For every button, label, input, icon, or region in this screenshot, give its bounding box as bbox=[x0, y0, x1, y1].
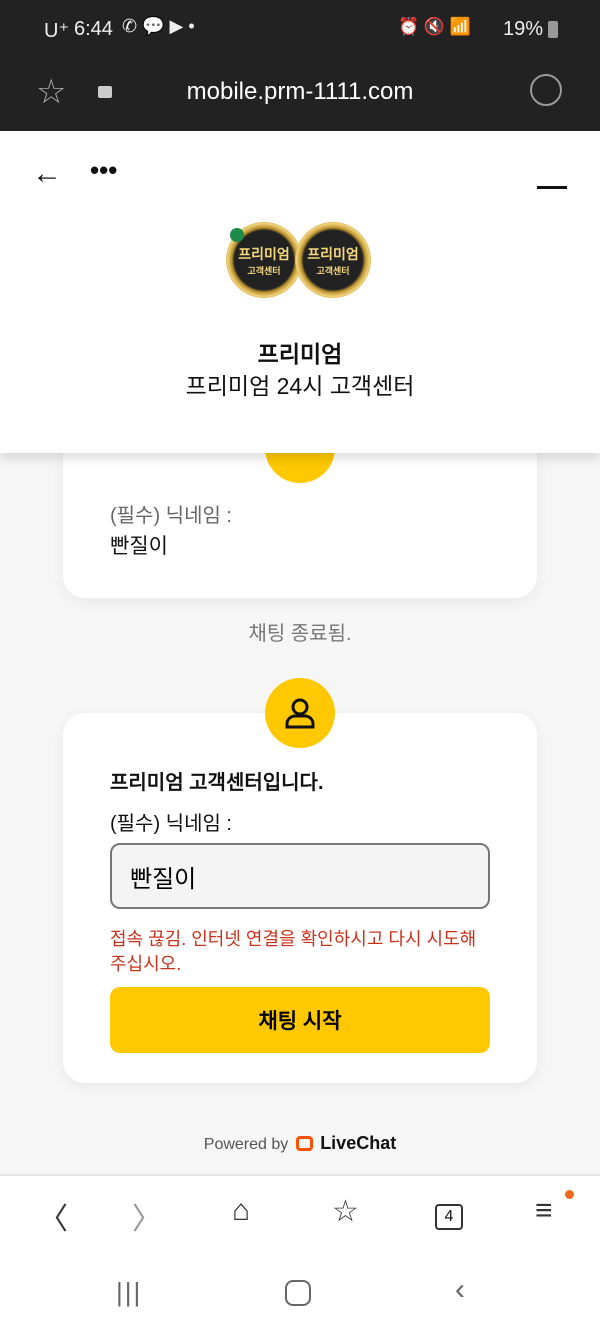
bookmarks-icon[interactable]: ☆ bbox=[332, 1194, 359, 1229]
agent-name: 프리미엄 bbox=[257, 341, 343, 367]
powered-by-text: Powered by bbox=[203, 1136, 289, 1153]
livechat-brand: LiveChat bbox=[320, 1133, 397, 1153]
menu-icon[interactable]: ≡ bbox=[535, 1194, 553, 1228]
nickname-input[interactable] bbox=[110, 843, 490, 909]
back-arrow-icon[interactable]: ← bbox=[32, 157, 62, 191]
home-button-icon[interactable] bbox=[285, 1280, 311, 1306]
form-title: 프리미엄 고객센터입니다. bbox=[110, 772, 324, 794]
forward-icon[interactable]: 〉 bbox=[132, 1194, 162, 1238]
reload-icon[interactable] bbox=[530, 74, 562, 106]
chat-ended-status: 채팅 종료됨. bbox=[248, 623, 352, 645]
system-back-icon[interactable]: ‹ bbox=[455, 1273, 465, 1307]
online-indicator bbox=[230, 228, 244, 242]
minimize-icon[interactable] bbox=[537, 186, 567, 189]
more-options-icon[interactable]: ••• bbox=[90, 155, 117, 186]
system-nav-bar: ||| ‹ bbox=[0, 1255, 600, 1333]
powered-by[interactable]: Powered by LiveChat bbox=[0, 1133, 600, 1154]
notification-dot bbox=[565, 1190, 574, 1199]
agent-subtitle: 프리미엄 24시 고객센터 bbox=[185, 373, 415, 399]
back-icon[interactable]: 〈 bbox=[38, 1194, 68, 1238]
logo-badge: 프리미엄 고객센터 bbox=[295, 222, 371, 298]
browser-url-bar: ☆ mobile.prm-1111.com bbox=[0, 60, 600, 131]
nickname-label: (필수) 닉네임 : bbox=[110, 813, 232, 835]
livechat-logo-icon bbox=[295, 1136, 313, 1151]
nickname-value: 빤질이 bbox=[110, 535, 168, 558]
clock: 6:44 bbox=[74, 18, 113, 40]
connection-error: 접속 끊김. 인터넷 연결을 확인하시고 다시 시도해 주십시오. bbox=[110, 929, 477, 974]
tabs-icon[interactable]: 4 bbox=[435, 1204, 463, 1230]
url-text[interactable]: mobile.prm-1111.com bbox=[0, 78, 600, 106]
carrier: U⁺ bbox=[44, 20, 69, 42]
user-avatar-icon bbox=[265, 678, 335, 748]
browser-bottom-nav: 〈 〉 ⌂ ☆ 4 ≡ bbox=[0, 1174, 600, 1255]
nickname-label: (필수) 닉네임 : bbox=[110, 505, 232, 527]
home-icon[interactable]: ⌂ bbox=[232, 1194, 250, 1228]
start-chat-button[interactable]: 채팅 시작 bbox=[110, 987, 490, 1053]
chat-header: ← ••• 프리미엄 고객센터 프리미엄 고객센터 프리미엄 프리미엄 24시 고객… bbox=[0, 131, 600, 453]
recent-apps-icon[interactable]: ||| bbox=[116, 1277, 142, 1308]
prechat-form-card: 프리미엄 고객센터입니다. (필수) 닉네임 : 접속 끊김. 인터넷 연결을 … bbox=[63, 713, 537, 1083]
battery-icon bbox=[548, 21, 558, 38]
system-icons: ⏰ 🔇 📶 bbox=[398, 17, 471, 36]
battery-level: 19% bbox=[503, 18, 544, 40]
notification-icons: ✆ 💬 ▶ • bbox=[122, 16, 195, 36]
status-bar: U⁺ 6:44 ✆ 💬 ▶ • ⏰ 🔇 📶 19% bbox=[0, 0, 600, 60]
